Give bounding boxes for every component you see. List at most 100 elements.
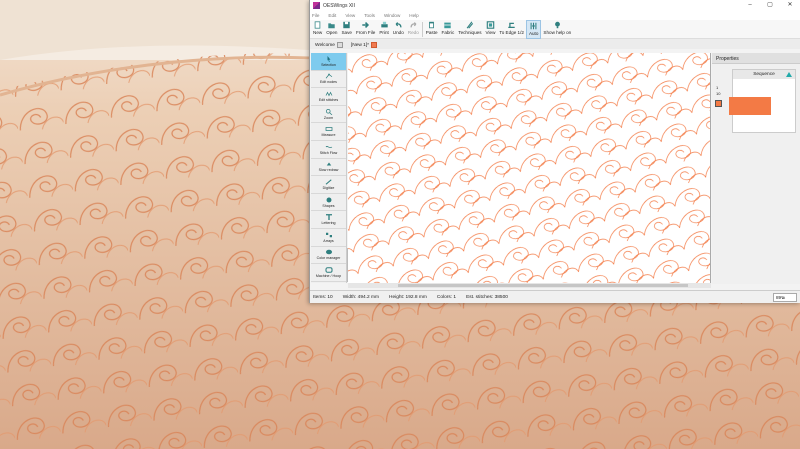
shapes-icon (326, 197, 331, 203)
app-window: OESWings XII – ▢ ✕ File Edit View Tools … (309, 0, 800, 303)
techniques-label: Techniques (458, 30, 482, 35)
sequence-title: Sequence (753, 72, 775, 77)
tab-welcome[interactable]: Welcome (313, 41, 345, 49)
from-file-label: From File (355, 30, 376, 35)
auto-icon (530, 22, 537, 30)
tab-new-1[interactable]: [New 1]* (349, 41, 379, 49)
maximize-button[interactable]: ▢ (760, 0, 780, 11)
color-manager-icon (325, 250, 332, 255)
view-icon (486, 21, 495, 29)
machine-hoop-icon (324, 267, 333, 273)
tool-edit-stitches[interactable]: Edit stitches (311, 88, 346, 106)
sequence-start-number: 1 (716, 85, 719, 90)
tool-lettering-label: Lettering (321, 221, 336, 226)
tool-digitize[interactable]: Digitize (311, 176, 346, 194)
window-title: OESWings XII (323, 2, 355, 9)
app-logo-icon (313, 2, 320, 9)
toolbar-separator (421, 22, 423, 37)
to-edge-button[interactable]: To Edge 1/2 (497, 20, 526, 39)
zoom-dropdown[interactable]: 89% ⌄ (773, 293, 797, 302)
fabric-icon (444, 22, 452, 29)
collapse-triangle-icon[interactable] (786, 72, 792, 77)
auto-button[interactable]: Auto (525, 20, 542, 39)
status-height: Height: 192.8 mm (389, 294, 427, 300)
tool-machine-hoop-label: Machine / Hoop (315, 273, 342, 278)
digitize-icon (325, 179, 332, 185)
tool-machine-hoop[interactable]: Machine / Hoop (311, 264, 346, 282)
title-bar: OESWings XII – ▢ ✕ (310, 0, 800, 11)
properties-title: Properties (712, 53, 800, 64)
redo-button[interactable]: Redo (406, 20, 421, 39)
menu-view[interactable]: View (345, 13, 355, 18)
close-button[interactable]: ✕ (780, 0, 800, 11)
sequence-end-number: 10 (716, 91, 721, 96)
menu-edit[interactable]: Edit (328, 13, 336, 18)
tool-lettering[interactable]: Lettering (311, 211, 346, 229)
scrollbar-thumb[interactable] (398, 284, 688, 287)
print-label: Print (379, 30, 389, 35)
from-file-button[interactable]: From File (354, 20, 377, 39)
new-label: New (313, 30, 323, 35)
save-icon (343, 21, 350, 29)
tool-edit-nodes-label: Edit nodes (320, 80, 337, 85)
fabric-button[interactable]: Fabric (440, 20, 457, 39)
tool-color-manager[interactable]: Color manager (311, 247, 346, 265)
tool-selection[interactable]: Selection (311, 53, 346, 71)
stitch-flow-icon (325, 145, 332, 148)
properties-panel: Properties Sequence 1 10 (712, 53, 800, 284)
menu-help[interactable]: Help (409, 13, 418, 18)
tab-close-icon[interactable] (371, 42, 378, 48)
tool-zoom[interactable]: Zoom (311, 106, 346, 124)
horizontal-scrollbar[interactable] (348, 283, 711, 288)
tab-close-icon[interactable] (336, 42, 343, 48)
status-colors: Colors: 1 (436, 294, 457, 300)
menu-tools[interactable]: Tools (364, 13, 375, 18)
sequence-color-chip[interactable] (715, 100, 722, 107)
redo-icon (410, 22, 417, 28)
edit-nodes-icon (325, 74, 332, 79)
tool-edit-nodes[interactable]: Edit nodes (311, 71, 346, 89)
tool-slow-redraw[interactable]: Slow redraw (311, 159, 346, 177)
menu-window[interactable]: Window (384, 13, 400, 18)
print-button[interactable]: Print (377, 20, 390, 39)
status-stitches: Est. stitches: 38500 (466, 294, 508, 300)
tool-zoom-label: Zoom (323, 115, 334, 120)
main-toolbar: New Open Save From File Print Undo Redo (310, 20, 800, 39)
show-help-button[interactable]: Show help on (541, 20, 573, 39)
slow-redraw-icon (326, 162, 331, 166)
menu-bar: File Edit View Tools Window Help (310, 11, 800, 20)
tool-stitch-flow[interactable]: Stitch Flow (311, 141, 346, 159)
fabric-label: Fabric (441, 30, 455, 35)
tool-selection-label: Selection (321, 62, 336, 67)
paste-label: Paste (425, 30, 438, 35)
tool-edit-stitches-label: Edit stitches (318, 97, 339, 102)
zoom-icon (325, 108, 332, 115)
status-bar: Items: 10 Width: 494.2 mm Height: 192.8 … (310, 290, 800, 303)
techniques-icon (467, 21, 474, 29)
tool-color-manager-label: Color manager (316, 256, 341, 261)
undo-icon (395, 22, 402, 28)
techniques-button[interactable]: Techniques (456, 20, 483, 39)
auto-label: Auto (528, 31, 539, 36)
selection-arrow-icon (327, 55, 330, 62)
new-file-icon (314, 21, 321, 29)
sequence-color-bar[interactable] (729, 97, 771, 115)
view-button[interactable]: View (484, 20, 498, 39)
new-button[interactable]: New (311, 20, 324, 39)
tool-measure[interactable]: Measure (311, 123, 346, 141)
save-button[interactable]: Save (339, 20, 353, 39)
paste-button[interactable]: Paste (424, 20, 440, 39)
arrays-icon (325, 232, 332, 237)
chevron-down-icon: ⌄ (781, 295, 785, 300)
tab-new-1-label: [New 1]* (350, 42, 370, 48)
save-label: Save (341, 30, 352, 35)
open-folder-icon (328, 23, 336, 29)
tool-shapes[interactable]: Shapes (311, 194, 346, 212)
design-canvas[interactable] (348, 53, 711, 284)
open-button[interactable]: Open (324, 20, 339, 39)
tool-arrays[interactable]: Arrays (311, 229, 346, 247)
menu-file[interactable]: File (312, 13, 319, 18)
view-label: View (485, 30, 496, 35)
undo-button[interactable]: Undo (391, 20, 406, 39)
minimize-button[interactable]: – (740, 0, 760, 11)
